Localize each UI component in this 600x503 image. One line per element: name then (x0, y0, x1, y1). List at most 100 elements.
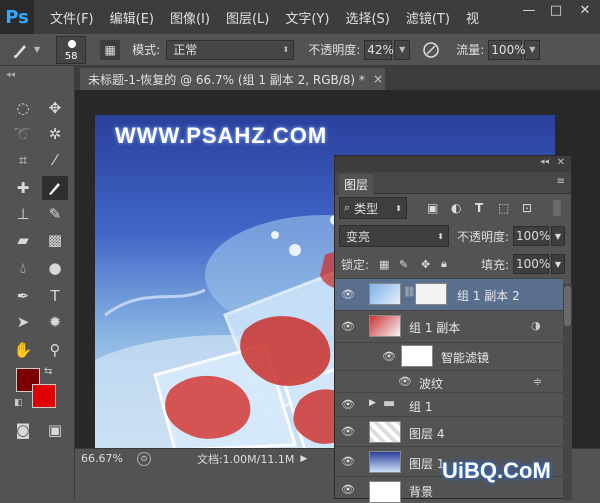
layer-row-ripple-filter[interactable]: 👁︎ 波纹 ≑ (335, 370, 563, 392)
expand-group-icon[interactable]: ▶ (369, 398, 376, 408)
layer-opacity-value: 100% (516, 229, 551, 243)
shape-tool-icon[interactable]: ✹ (42, 310, 68, 334)
layer-name: 波纹 (419, 377, 444, 391)
flow-input[interactable]: 100% (488, 39, 526, 60)
fill-dropdown-icon[interactable]: ▼ (551, 254, 565, 274)
smart-object-thumbnail (369, 315, 401, 337)
close-window-button[interactable]: ✕ (572, 0, 598, 20)
visibility-eye-icon[interactable]: 👁︎ (381, 350, 397, 363)
marquee-tool-icon[interactable]: ◌ (10, 96, 36, 120)
zoom-tool-icon[interactable]: ⚲ (42, 338, 68, 362)
filter-kind-select[interactable]: ⌕ 类型 ⬍ (339, 197, 407, 219)
hand-tool-icon[interactable]: ✋ (10, 338, 36, 362)
layer-row-group-1[interactable]: 👁︎ ▶ ▬ 组 1 (335, 392, 563, 416)
menu-type[interactable]: 文字(Y) (285, 8, 329, 27)
filter-type-icon[interactable]: T (475, 201, 483, 215)
menu-bar: Ps 文件(F) 编辑(E) 图像(I) 图层(L) 文字(Y) 选择(S) 滤… (0, 0, 600, 34)
lasso-tool-icon[interactable]: ➰ (10, 122, 36, 146)
layers-scrollbar[interactable] (563, 284, 572, 500)
dodge-tool-icon[interactable]: ● (42, 256, 68, 280)
blend-mode-select[interactable]: 变亮 ⬍ (339, 225, 449, 247)
filter-shape-icon[interactable]: ⬚ (498, 201, 509, 215)
collapse-toolbox-icon[interactable]: ◂◂ (6, 70, 15, 80)
menu-image[interactable]: 图像(I) (170, 8, 210, 27)
blur-tool-icon[interactable]: 💧︎ (10, 256, 36, 280)
quick-mask-icon[interactable]: ◙ (10, 418, 36, 442)
brush-size-picker[interactable]: 58 (56, 35, 87, 64)
scrollbar-thumb[interactable] (564, 286, 571, 326)
layers-panel-tabs: 图层 ≡ (335, 172, 571, 194)
gradient-tool-icon[interactable]: ▩ (42, 228, 68, 252)
menu-layer[interactable]: 图层(L) (226, 8, 269, 27)
filter-pixel-icon[interactable]: ▣ (427, 201, 438, 215)
magic-wand-tool-icon[interactable]: ✲ (42, 122, 68, 146)
layer-opacity-input[interactable]: 100% (513, 226, 551, 246)
type-tool-icon[interactable]: T (42, 284, 68, 308)
visibility-eye-icon[interactable]: 👁︎ (340, 288, 356, 301)
default-colors-icon[interactable]: ◧ (14, 398, 23, 408)
filter-smart-object-icon[interactable]: ⊡ (522, 201, 532, 215)
menu-filter[interactable]: 滤镜(T) (406, 8, 450, 27)
background-color-swatch[interactable] (32, 384, 56, 408)
flow-dropdown-icon[interactable]: ▼ (524, 39, 541, 60)
panel-menu-icon[interactable]: ≡ (557, 176, 565, 187)
layer-row-layer-4[interactable]: 👁︎ 图层 4 (335, 416, 563, 446)
healing-brush-tool-icon[interactable]: ✚ (10, 176, 36, 200)
filter-options-icon[interactable]: ≑ (533, 375, 542, 388)
visibility-eye-icon[interactable]: 👁︎ (397, 375, 413, 388)
layer-row-group-1-copy-2[interactable]: 👁︎ ⛓ 组 1 副本 2 (335, 278, 563, 310)
select-arrow-icon: ⬍ (282, 45, 290, 54)
tab-layers[interactable]: 图层 (339, 174, 374, 194)
zoom-level[interactable]: 66.67% (81, 452, 123, 465)
visibility-eye-icon[interactable]: 👁︎ (340, 483, 356, 496)
close-document-icon[interactable]: × (373, 72, 383, 86)
filter-toggle-icon[interactable] (553, 200, 561, 216)
clone-stamp-tool-icon[interactable]: ⊥ (10, 202, 36, 226)
visibility-eye-icon[interactable]: 👁︎ (340, 455, 356, 468)
swap-colors-icon[interactable]: ⇆ (44, 366, 52, 377)
mode-select[interactable]: 正常 ⬍ (166, 39, 295, 60)
pen-tool-icon[interactable]: ✒ (10, 284, 36, 308)
visibility-eye-icon[interactable]: 👁︎ (340, 425, 356, 438)
history-brush-tool-icon[interactable]: ✎ (42, 202, 68, 226)
document-tab[interactable]: 未标题-1-恢复的 @ 66.7% (组 1 副本 2, RGB/8) * × (80, 68, 385, 90)
opacity-value: 42% (367, 42, 394, 57)
layer-row-smart-filters[interactable]: 👁︎ 智能滤镜 (335, 342, 563, 370)
menu-edit[interactable]: 编辑(E) (110, 8, 154, 27)
menu-select[interactable]: 选择(S) (345, 8, 389, 27)
search-icon: ⌕ (344, 201, 351, 214)
visibility-eye-icon[interactable]: 👁︎ (340, 320, 356, 333)
screen-mode-icon[interactable]: ▣ (42, 418, 68, 442)
eyedropper-tool-icon[interactable]: ⁄ (42, 148, 68, 172)
crop-tool-icon[interactable]: ⌗ (10, 148, 36, 172)
pressure-opacity-icon[interactable] (420, 39, 442, 61)
brush-panel-toggle-icon[interactable]: ▦ (100, 39, 121, 60)
lock-transparency-icon[interactable]: ▦ (379, 258, 389, 271)
lock-all-icon[interactable]: 🔒︎ (441, 257, 447, 271)
path-selection-tool-icon[interactable]: ➤ (10, 310, 36, 334)
visibility-eye-icon[interactable]: 👁︎ (340, 398, 356, 411)
opacity-input[interactable]: 42% (364, 39, 394, 60)
chevron-down-icon[interactable]: ▼ (34, 45, 40, 54)
opacity-dropdown-icon[interactable]: ▼ (394, 39, 411, 60)
smart-filter-badge-icon[interactable]: ◑ (531, 319, 541, 332)
menu-view[interactable]: 视 (466, 8, 479, 27)
brush-tool-preset-icon[interactable] (10, 39, 32, 61)
move-tool-icon[interactable]: ✥ (42, 96, 68, 120)
lock-image-icon[interactable]: ✎ (399, 258, 408, 271)
status-menu-arrow-icon[interactable]: ▶ (300, 454, 307, 464)
layer-opacity-dropdown-icon[interactable]: ▼ (551, 226, 565, 246)
brush-tool-icon[interactable] (42, 176, 68, 200)
layer-filter-row: ⌕ 类型 ⬍ ▣ ◐ T ⬚ ⊡ (335, 194, 571, 222)
close-panel-icon[interactable]: ✕ (557, 157, 565, 168)
eraser-tool-icon[interactable]: ▰ (10, 228, 36, 252)
fill-input[interactable]: 100% (513, 254, 550, 274)
collapse-panel-icon[interactable]: ◂◂ (540, 157, 549, 167)
maximize-button[interactable]: □ (543, 0, 569, 20)
minimize-button[interactable]: — (516, 0, 542, 20)
status-info-icon[interactable]: ⊙ (136, 451, 151, 466)
lock-position-icon[interactable]: ✥ (421, 258, 430, 271)
filter-adjustment-icon[interactable]: ◐ (451, 201, 461, 215)
menu-file[interactable]: 文件(F) (50, 8, 94, 27)
layer-row-group-1-copy[interactable]: 👁︎ 组 1 副本 ◑ (335, 310, 563, 342)
